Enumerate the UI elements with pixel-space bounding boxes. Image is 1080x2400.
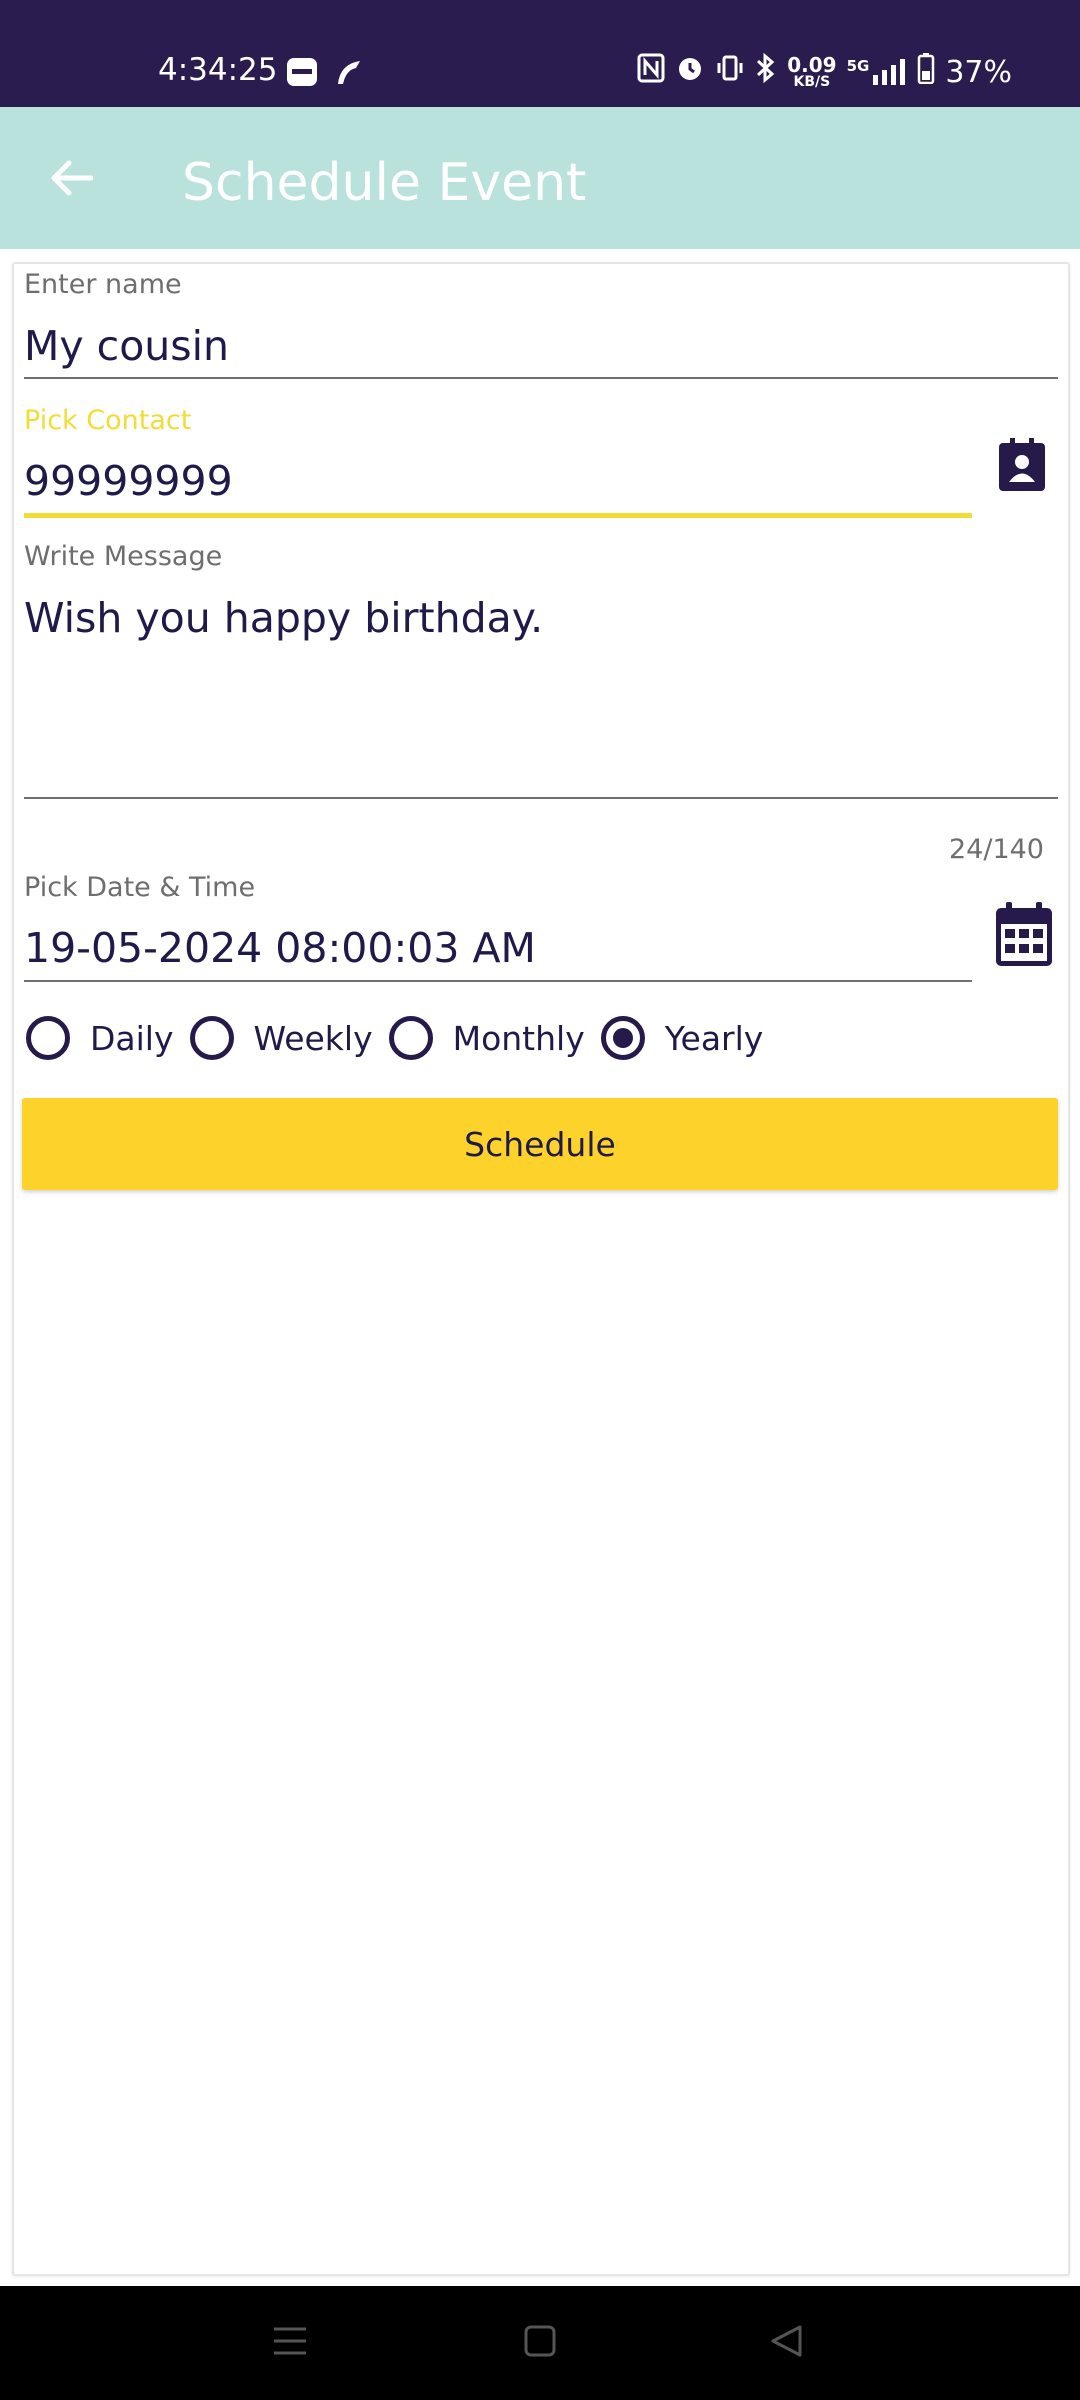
network-type: 5G	[846, 57, 870, 75]
datetime-input[interactable]: 19-05-2024 08:00:03 AM	[24, 924, 536, 972]
nav-home-button[interactable]	[522, 2316, 558, 2371]
nav-recents-button[interactable]	[272, 2316, 308, 2371]
contact-focus-underline	[24, 513, 972, 518]
battery-percent: 37%	[945, 54, 1012, 90]
signal-icon: 5G	[847, 57, 908, 87]
radio-yearly[interactable]: Yearly	[600, 1016, 764, 1060]
event-form-card: Enter name My cousin Pick Contact 999999…	[12, 262, 1070, 2276]
message-input[interactable]: Wish you happy birthday.	[24, 594, 543, 642]
name-input[interactable]: My cousin	[24, 322, 229, 370]
radio-monthly-circle	[388, 1016, 433, 1060]
radio-monthly-label: Monthly	[452, 1018, 585, 1058]
message-char-counter: 24/140	[949, 834, 1044, 865]
message-underline	[24, 797, 1058, 799]
arrow-left-icon	[51, 160, 93, 196]
datetime-label: Pick Date & Time	[24, 872, 256, 903]
datetime-picker-button[interactable]	[994, 902, 1054, 968]
network-speed: 0.09 KB/S	[787, 55, 836, 89]
battery-icon	[917, 52, 935, 92]
page-title: Schedule Event	[182, 153, 587, 213]
repeat-radio-group: Daily Weekly Monthly Yearly	[26, 1016, 763, 1060]
message-label: Write Message	[24, 541, 223, 572]
radio-daily-circle	[26, 1016, 70, 1060]
network-speed-unit: KB/S	[793, 74, 831, 90]
datetime-underline	[24, 980, 972, 982]
app-notification-icon	[286, 56, 318, 93]
contact-book-icon	[999, 438, 1045, 491]
contact-input[interactable]: 99999999	[24, 457, 233, 505]
name-label: Enter name	[24, 269, 182, 300]
swoosh-icon	[334, 58, 362, 91]
square-icon	[524, 2325, 556, 2357]
system-nav-bar	[0, 2286, 1080, 2400]
nav-back-button[interactable]	[768, 2316, 804, 2371]
nfc-icon	[637, 53, 665, 91]
contact-label: Pick Contact	[24, 405, 192, 436]
radio-monthly[interactable]: Monthly	[388, 1016, 585, 1060]
calendar-icon	[996, 902, 1052, 966]
status-right: 0.09 KB/S 5G 37%	[637, 52, 1012, 92]
radio-weekly-circle	[189, 1016, 234, 1060]
radio-yearly-label: Yearly	[664, 1018, 764, 1058]
radio-daily[interactable]: Daily	[26, 1016, 174, 1060]
triangle-back-icon	[771, 2325, 802, 2357]
bluetooth-icon	[755, 52, 777, 91]
name-underline	[24, 377, 1058, 379]
contact-picker-button[interactable]	[998, 438, 1046, 492]
vibrate-icon	[715, 53, 745, 91]
back-button[interactable]	[36, 143, 106, 213]
radio-yearly-circle	[600, 1016, 645, 1060]
app-bar: Schedule Event	[0, 107, 1080, 249]
menu-lines-icon	[274, 2327, 306, 2355]
radio-daily-label: Daily	[90, 1018, 174, 1058]
radio-weekly[interactable]: Weekly	[189, 1016, 373, 1060]
network-speed-value: 0.09	[787, 53, 837, 77]
radio-weekly-label: Weekly	[253, 1018, 373, 1058]
status-bar: 4:34:25 0.09 KB/S 5G 37%	[0, 0, 1080, 107]
status-time: 4:34:25	[158, 52, 278, 88]
schedule-button[interactable]: Schedule	[22, 1098, 1058, 1190]
alarm-icon	[675, 53, 705, 91]
